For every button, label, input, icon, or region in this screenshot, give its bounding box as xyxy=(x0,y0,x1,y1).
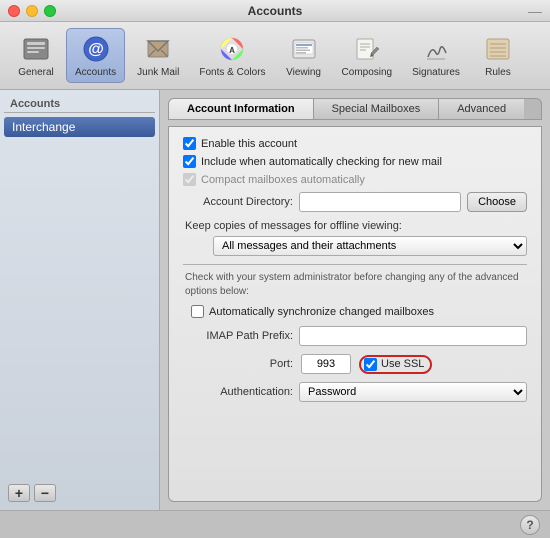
include-checking-checkbox[interactable] xyxy=(183,155,196,168)
fonts-colors-icon: A xyxy=(216,33,248,65)
toolbar-viewing[interactable]: Viewing xyxy=(278,29,330,82)
choose-button[interactable]: Choose xyxy=(467,192,527,212)
toolbar-general[interactable]: General xyxy=(10,29,62,82)
window: Accounts — General @ xyxy=(0,0,550,538)
window-dash[interactable]: — xyxy=(528,3,542,19)
tab-advanced[interactable]: Advanced xyxy=(439,99,524,119)
sidebar: Accounts Interchange + − xyxy=(0,90,160,510)
sidebar-header: Accounts xyxy=(4,94,155,113)
toolbar-accounts[interactable]: @ Accounts xyxy=(66,28,125,83)
viewing-icon xyxy=(288,33,320,65)
compact-mailboxes-row: Compact mailboxes automatically xyxy=(183,173,527,186)
use-ssl-label: Use SSL xyxy=(381,358,424,370)
composing-icon xyxy=(351,33,383,65)
offline-select-row: All messages and their attachments All m… xyxy=(183,236,527,256)
toolbar-junk-mail[interactable]: Junk Mail xyxy=(129,29,187,82)
account-directory-input[interactable] xyxy=(299,192,461,212)
signatures-icon xyxy=(420,33,452,65)
general-icon xyxy=(20,33,52,65)
fonts-colors-label: Fonts & Colors xyxy=(199,67,265,78)
auto-sync-label: Automatically synchronize changed mailbo… xyxy=(209,306,434,318)
toolbar-fonts-colors[interactable]: A Fonts & Colors xyxy=(191,29,273,82)
port-row: Port: Use SSL xyxy=(183,354,527,374)
include-checking-row: Include when automatically checking for … xyxy=(183,155,527,168)
main-layout: Accounts Interchange + − Account Informa… xyxy=(0,90,550,510)
title-bar: Accounts — xyxy=(0,0,550,22)
divider xyxy=(183,264,527,265)
authentication-select[interactable]: Password MD5 Challenge-Response NTLM Ker… xyxy=(299,382,527,402)
accounts-label: Accounts xyxy=(75,67,116,78)
account-directory-row: Account Directory: Choose xyxy=(183,192,527,212)
bottom-bar: ? xyxy=(0,510,550,538)
imap-path-row: IMAP Path Prefix: xyxy=(183,326,527,346)
window-controls xyxy=(8,5,56,17)
enable-account-checkbox[interactable] xyxy=(183,137,196,150)
compact-mailboxes-label: Compact mailboxes automatically xyxy=(201,174,365,186)
enable-account-label: Enable this account xyxy=(201,138,297,150)
toolbar-rules[interactable]: Rules xyxy=(472,29,524,82)
maximize-button[interactable] xyxy=(44,5,56,17)
port-input[interactable] xyxy=(301,354,351,374)
authentication-label: Authentication: xyxy=(183,386,293,398)
use-ssl-checkbox[interactable] xyxy=(364,358,377,371)
composing-label: Composing xyxy=(342,67,393,78)
port-label: Port: xyxy=(183,358,293,370)
remove-account-button[interactable]: − xyxy=(34,484,56,502)
sidebar-footer: + − xyxy=(4,480,155,506)
junk-mail-icon xyxy=(142,33,174,65)
toolbar: General @ Accounts Junk Mail xyxy=(0,22,550,90)
auto-sync-checkbox[interactable] xyxy=(191,305,204,318)
tab-account-information[interactable]: Account Information xyxy=(169,99,314,119)
minimize-button[interactable] xyxy=(26,5,38,17)
accounts-icon: @ xyxy=(80,33,112,65)
junk-mail-label: Junk Mail xyxy=(137,67,179,78)
sidebar-item-interchange[interactable]: Interchange xyxy=(4,117,155,137)
authentication-row: Authentication: Password MD5 Challenge-R… xyxy=(183,382,527,402)
svg-text:@: @ xyxy=(88,41,104,58)
panel: Enable this account Include when automat… xyxy=(168,126,542,502)
tab-special-mailboxes[interactable]: Special Mailboxes xyxy=(314,99,440,119)
general-label: General xyxy=(18,67,54,78)
content-area: Account Information Special Mailboxes Ad… xyxy=(160,90,550,510)
svg-text:A: A xyxy=(230,46,236,55)
include-checking-label: Include when automatically checking for … xyxy=(201,156,442,168)
compact-mailboxes-checkbox xyxy=(183,173,196,186)
enable-account-row: Enable this account xyxy=(183,137,527,150)
auto-sync-row: Automatically synchronize changed mailbo… xyxy=(183,305,527,318)
add-account-button[interactable]: + xyxy=(8,484,30,502)
rules-icon xyxy=(482,33,514,65)
signatures-label: Signatures xyxy=(412,67,460,78)
window-title: Accounts xyxy=(248,4,303,18)
rules-label: Rules xyxy=(485,67,511,78)
help-button[interactable]: ? xyxy=(520,515,540,535)
offline-select[interactable]: All messages and their attachments All m… xyxy=(213,236,527,256)
ssl-highlight: Use SSL xyxy=(359,355,432,374)
imap-path-input[interactable] xyxy=(299,326,527,346)
close-button[interactable] xyxy=(8,5,20,17)
account-directory-label: Account Directory: xyxy=(183,196,293,208)
offline-section-label: Keep copies of messages for offline view… xyxy=(183,220,527,232)
toolbar-signatures[interactable]: Signatures xyxy=(404,29,468,82)
tab-bar: Account Information Special Mailboxes Ad… xyxy=(168,98,542,120)
viewing-label: Viewing xyxy=(286,67,321,78)
imap-path-label: IMAP Path Prefix: xyxy=(183,330,293,342)
toolbar-composing[interactable]: Composing xyxy=(334,29,401,82)
admin-note: Check with your system administrator bef… xyxy=(183,271,527,299)
